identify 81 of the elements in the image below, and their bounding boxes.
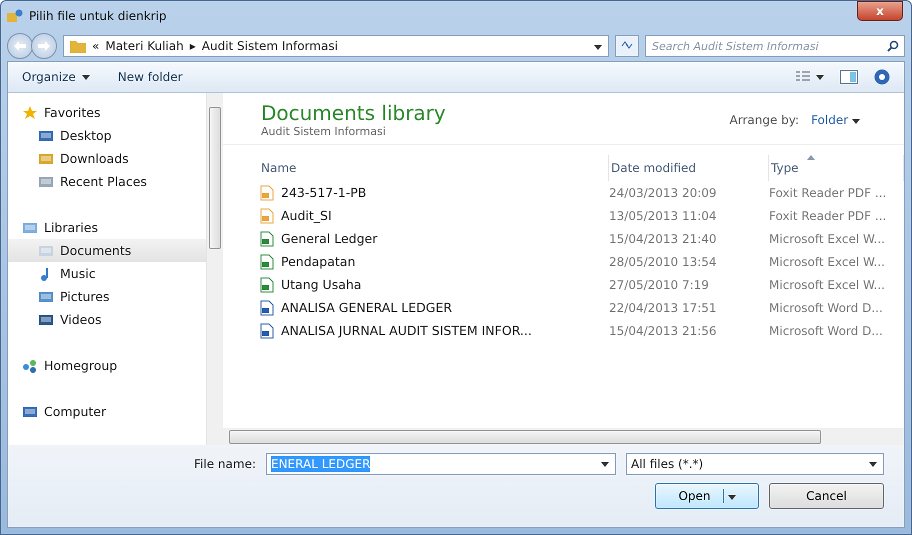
list-view-icon <box>796 71 810 83</box>
pdf-file-icon <box>259 184 275 200</box>
search-field[interactable]: Search Audit Sistem Informasi <box>645 35 905 57</box>
caret-icon <box>82 74 90 80</box>
file-name[interactable]: Pendapatan <box>259 250 609 273</box>
new-folder-button[interactable]: New folder <box>118 68 183 86</box>
type-cell-text: Microsoft Word D... <box>769 300 884 316</box>
type-cell-text: Microsoft Excel W... <box>769 276 886 294</box>
sidebar-item[interactable]: Recent Places <box>8 170 206 193</box>
caret-icon <box>601 462 609 466</box>
sidebar-group[interactable]: Homegroup <box>8 354 206 377</box>
horizontal-scrollbar[interactable] <box>223 428 904 445</box>
sidebar-group[interactable]: Computer <box>8 400 206 423</box>
word-document-icon <box>259 300 275 316</box>
cancel-button[interactable]: Cancel <box>769 483 884 509</box>
breadcrumb-item[interactable]: Materi Kuliah <box>105 39 184 53</box>
arrange-dropdown[interactable]: Folder <box>811 112 860 126</box>
file-name[interactable]: Utang Usaha <box>259 273 609 296</box>
column-header[interactable]: Name <box>259 155 609 181</box>
file-name[interactable]: General Ledger <box>259 227 609 250</box>
back-button[interactable] <box>7 33 33 59</box>
sidebar-group[interactable]: Favorites <box>8 101 206 124</box>
date-cell-text: 13/05/2013 11:04 <box>609 208 718 224</box>
spreadsheet-file-icon <box>259 254 275 270</box>
type-cell-text: Microsoft Word D... <box>769 322 884 340</box>
forward-arrow-icon <box>38 40 50 50</box>
sidebar-item[interactable]: Documents <box>8 239 206 262</box>
vertical-scrollbar[interactable] <box>206 93 223 445</box>
forward-button[interactable] <box>31 33 57 59</box>
dropdown-caret-icon <box>594 45 602 50</box>
file-name[interactable]: 243-517-1-PB <box>259 181 609 204</box>
refresh-button[interactable] <box>615 35 639 57</box>
spreadsheet-file-icon <box>259 276 275 292</box>
date-cell-text: 24/03/2013 20:09 <box>609 184 718 202</box>
breadcrumb-overflow[interactable]: « <box>92 39 100 53</box>
sort-arrow-icon <box>807 155 815 160</box>
library-title: Documents library <box>261 101 446 125</box>
date-cell-text: 15/04/2013 21:56 <box>609 322 718 340</box>
pdf-file-icon <box>259 208 275 224</box>
file-type-dropdown[interactable]: All files (*.*) <box>626 453 884 475</box>
sidebar-item[interactable]: Music <box>8 262 206 285</box>
library-subtitle: Audit Sistem Informasi <box>261 125 387 138</box>
type-cell-text: Foxit Reader PDF ... <box>769 208 888 224</box>
window-title: Pilih file untuk dienkrip <box>29 9 167 23</box>
column-header[interactable]: Date modified <box>609 155 769 181</box>
breadcrumb-separator: ▸ <box>190 39 196 53</box>
type-cell-text: Microsoft Excel W... <box>769 230 886 248</box>
file-name[interactable]: ANALISA JURNAL AUDIT SISTEM INFOR... <box>259 319 609 342</box>
preview-pane-icon[interactable] <box>840 70 858 84</box>
caret-icon <box>816 74 824 80</box>
organize-menu[interactable]: Organize <box>22 68 90 86</box>
breadcrumb-item[interactable]: Audit Sistem Informasi <box>202 39 338 53</box>
date-cell-text: 15/04/2013 21:40 <box>609 230 718 248</box>
search-icon <box>887 40 899 52</box>
file-name-label: File name: <box>194 457 256 471</box>
caret-icon <box>852 118 860 124</box>
help-icon[interactable] <box>874 69 890 85</box>
star-icon <box>22 104 38 120</box>
sidebar-item[interactable]: Desktop <box>8 124 206 147</box>
type-cell-text: Foxit Reader PDF ... <box>769 184 888 202</box>
caret-icon <box>728 495 736 500</box>
sidebar-item[interactable]: Downloads <box>8 147 206 170</box>
word-document-icon <box>259 322 275 338</box>
app-icon <box>7 9 23 23</box>
date-cell-text: 22/04/2013 17:51 <box>609 300 718 316</box>
sidebar-item[interactable]: Videos <box>8 308 206 331</box>
address-bar[interactable]: « Materi Kuliah ▸ Audit Sistem Informasi <box>63 35 609 57</box>
date-cell-text: 28/05/2010 13:54 <box>609 254 718 270</box>
back-arrow-icon <box>14 40 26 50</box>
arrange-label: Arrange by: <box>730 112 800 126</box>
date-cell-text: 27/05/2010 7:19 <box>609 276 710 294</box>
sidebar-item[interactable]: Pictures <box>8 285 206 308</box>
type-cell-text: Microsoft Excel W... <box>769 254 886 270</box>
file-name[interactable]: ANALISA GENERAL LEDGER <box>259 296 609 319</box>
open-button[interactable]: Open <box>655 483 759 509</box>
caret-icon <box>869 462 877 466</box>
homegroup-icon <box>22 358 38 374</box>
sidebar-group[interactable]: Libraries <box>8 216 206 239</box>
column-header[interactable]: Type <box>769 155 904 181</box>
file-name[interactable]: Audit_SI <box>259 204 609 227</box>
spreadsheet-file-icon <box>259 230 275 246</box>
